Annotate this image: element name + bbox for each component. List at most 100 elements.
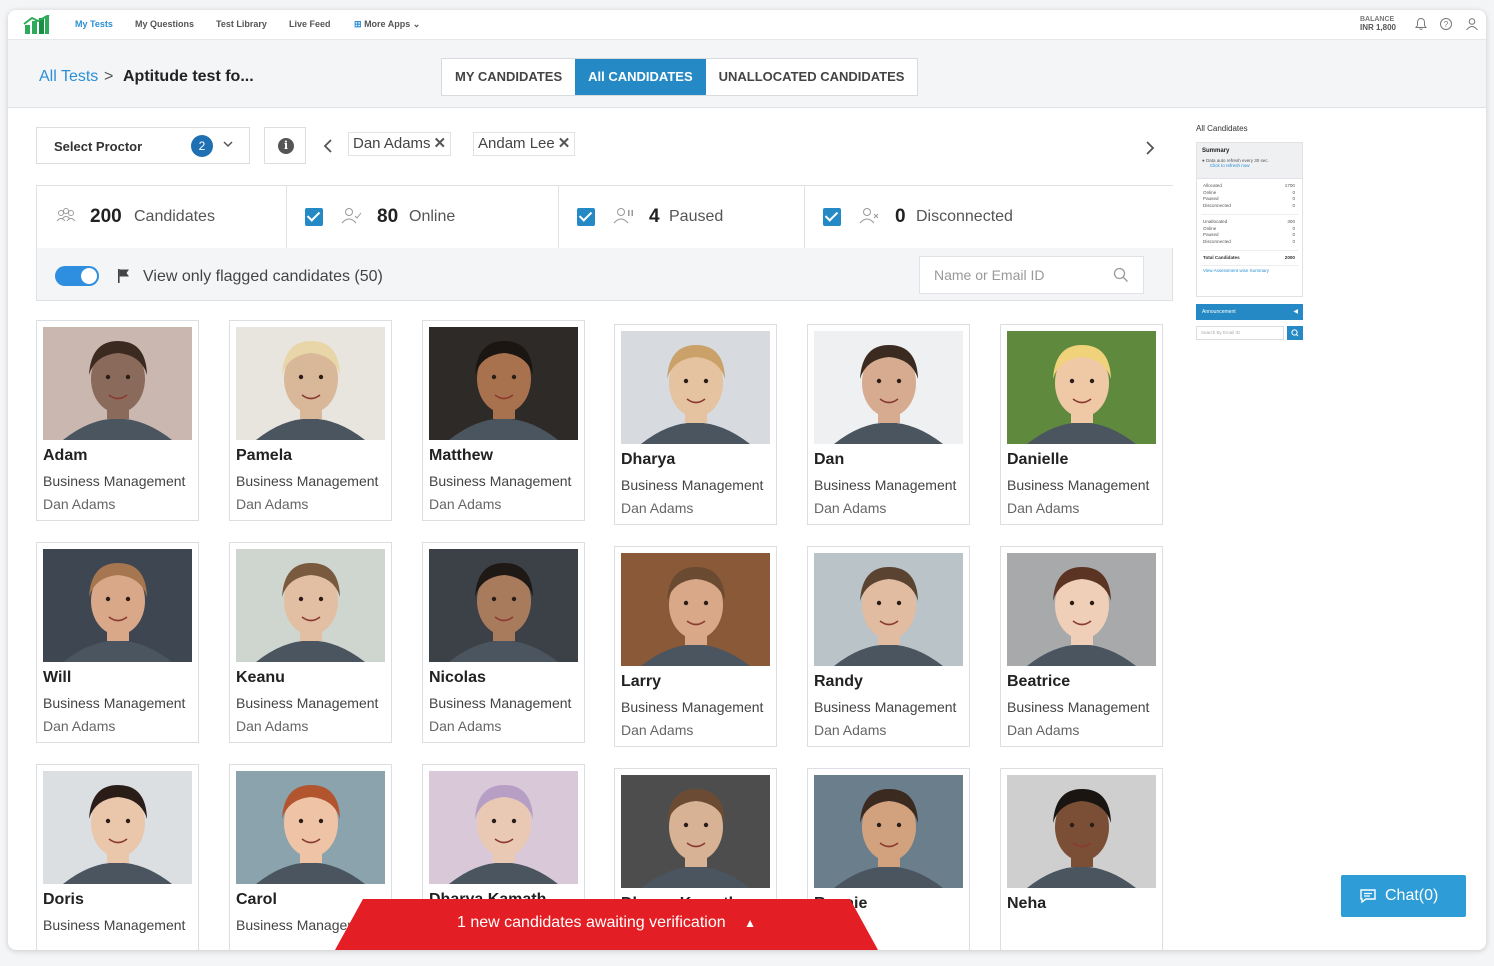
candidate-name: Pamela [236,447,293,464]
avatar-image [429,549,578,662]
avatar-image [814,553,963,666]
summary-panel: Summary ● Data auto refresh every 30 sec… [1196,142,1303,297]
tab-my-candidates[interactable]: MY CANDIDATES [442,59,575,95]
chat-button[interactable]: Chat(0) [1341,875,1466,917]
candidate-department: Business Management [429,695,572,711]
breadcrumb-all-tests[interactable]: All Tests [39,68,98,86]
avatar-image [621,331,770,444]
summary-total-label: Total Candidates [1203,255,1240,260]
tab-unallocated-candidates[interactable]: UNALLOCATED CANDIDATES [706,59,918,95]
close-icon[interactable]: ✕ [558,135,571,152]
nav-live-feed[interactable]: Live Feed [289,19,331,29]
summary-row-value: 0 [1292,196,1295,201]
candidate-card[interactable]: Pamela Business Management Dan Adams [229,320,392,521]
proctor-chip[interactable]: Dan Adams ✕ [348,132,452,156]
candidate-photo [621,553,770,666]
candidate-department: Business Management [236,695,379,711]
bell-icon[interactable] [1414,17,1428,31]
candidate-photo [429,327,578,440]
photo-eye [511,596,517,602]
candidate-card[interactable]: Danielle Business Management Dan Adams [1000,324,1163,525]
photo-eye [1069,822,1075,828]
candidate-name: Beatrice [1007,673,1071,690]
summary-row-label: Paused [1203,196,1219,201]
chevron-right-icon[interactable] [1144,140,1156,156]
photo-eye [683,822,689,828]
help-icon[interactable]: ? [1439,17,1453,31]
candidate-tabs: MY CANDIDATES All CANDIDATES UNALLOCATED… [441,58,919,96]
candidate-card[interactable]: Adam Business Management Dan Adams [36,320,199,521]
search-icon[interactable] [1113,267,1129,283]
photo-eye [511,818,517,824]
candidate-card[interactable]: Beatrice Business Management Dan Adams [1000,546,1163,747]
proctor-chip-label: Andam Lee [478,135,555,152]
online-checkbox[interactable] [305,208,323,226]
flagged-toggle[interactable] [55,266,99,286]
logo-icon[interactable] [23,15,51,35]
grid-icon: ⊞ [354,19,362,29]
candidate-department: Business Management [1007,699,1150,715]
proctor-chip[interactable]: Andam Lee ✕ [473,132,576,156]
photo-eye [105,596,111,602]
candidate-proctor: Dan Adams [429,496,502,512]
photo-eye [683,600,689,606]
paused-checkbox[interactable] [577,208,595,226]
announcement-button[interactable]: Announcement ◀ [1196,304,1303,320]
search-input[interactable] [920,257,1110,293]
candidate-name: Nicolas [429,669,486,686]
info-button[interactable]: i [264,127,306,164]
candidate-card[interactable]: Matthew Business Management Dan Adams [422,320,585,521]
breadcrumb-separator: > [104,68,114,85]
tab-all-candidates[interactable]: All CANDIDATES [575,59,706,95]
candidate-card[interactable]: Dan Business Management Dan Adams [807,324,970,525]
disconnected-checkbox[interactable] [823,208,841,226]
close-icon[interactable]: ✕ [434,135,447,152]
nav-more-apps[interactable]: ⊞ More Apps ⌄ [354,19,420,30]
proctor-chip-label: Dan Adams [353,135,431,152]
candidate-photo [43,549,192,662]
candidate-card[interactable]: Will Business Management Dan Adams [36,542,199,743]
user-icon[interactable] [1465,17,1479,31]
select-proctor-dropdown[interactable]: Select Proctor 2 [36,127,250,164]
photo-eye [1089,600,1095,606]
balance-value: INR 1,800 [1359,23,1396,32]
candidate-card[interactable]: Doris Business Management [36,764,199,950]
summary-row-label: Unallocated [1203,219,1228,224]
photo-eye [703,378,709,384]
email-search-button[interactable] [1287,326,1303,340]
email-search-input[interactable]: Search By Email ID [1196,326,1284,340]
photo-eye [896,600,902,606]
nav-test-library[interactable]: Test Library [216,19,267,29]
chevron-left-icon[interactable] [322,138,334,154]
candidate-card[interactable]: Keanu Business Management Dan Adams [229,542,392,743]
avatar-image [1007,331,1156,444]
nav-my-tests[interactable]: My Tests [75,19,113,29]
candidates-count: 200 [90,206,122,227]
photo-eye [876,600,882,606]
candidate-department: Business Management [814,477,957,493]
candidate-photo [1007,331,1156,444]
assessment-summary-link[interactable]: View Assessment wise Summary [1197,266,1302,275]
refresh-link[interactable]: Click to refresh now [1210,163,1297,168]
stat-paused: 4 Paused [559,186,805,248]
summary-row-label: Online [1203,189,1217,195]
photo-eye [1089,378,1095,384]
candidate-card[interactable]: Neha [1000,768,1163,950]
photo-eye [491,818,497,824]
photo-eye [125,596,131,602]
nav-my-questions[interactable]: My Questions [135,19,194,29]
chevron-up-icon: ▲ [744,916,756,930]
photo-eye [491,596,497,602]
candidate-card[interactable]: Nicolas Business Management Dan Adams [422,542,585,743]
candidate-photo [429,549,578,662]
candidate-card[interactable]: Randy Business Management Dan Adams [807,546,970,747]
chevron-down-icon [223,141,233,148]
candidate-proctor: Dan Adams [621,500,694,516]
candidate-photo [621,775,770,888]
candidate-card[interactable]: Dharya Business Management Dan Adams [614,324,777,525]
candidate-photo [1007,553,1156,666]
candidate-card[interactable]: Larry Business Management Dan Adams [614,546,777,747]
photo-eye [1089,822,1095,828]
verification-banner[interactable]: 1 new candidates awaiting verification ▲ [335,899,878,950]
disconnected-count: 0 [895,206,906,227]
